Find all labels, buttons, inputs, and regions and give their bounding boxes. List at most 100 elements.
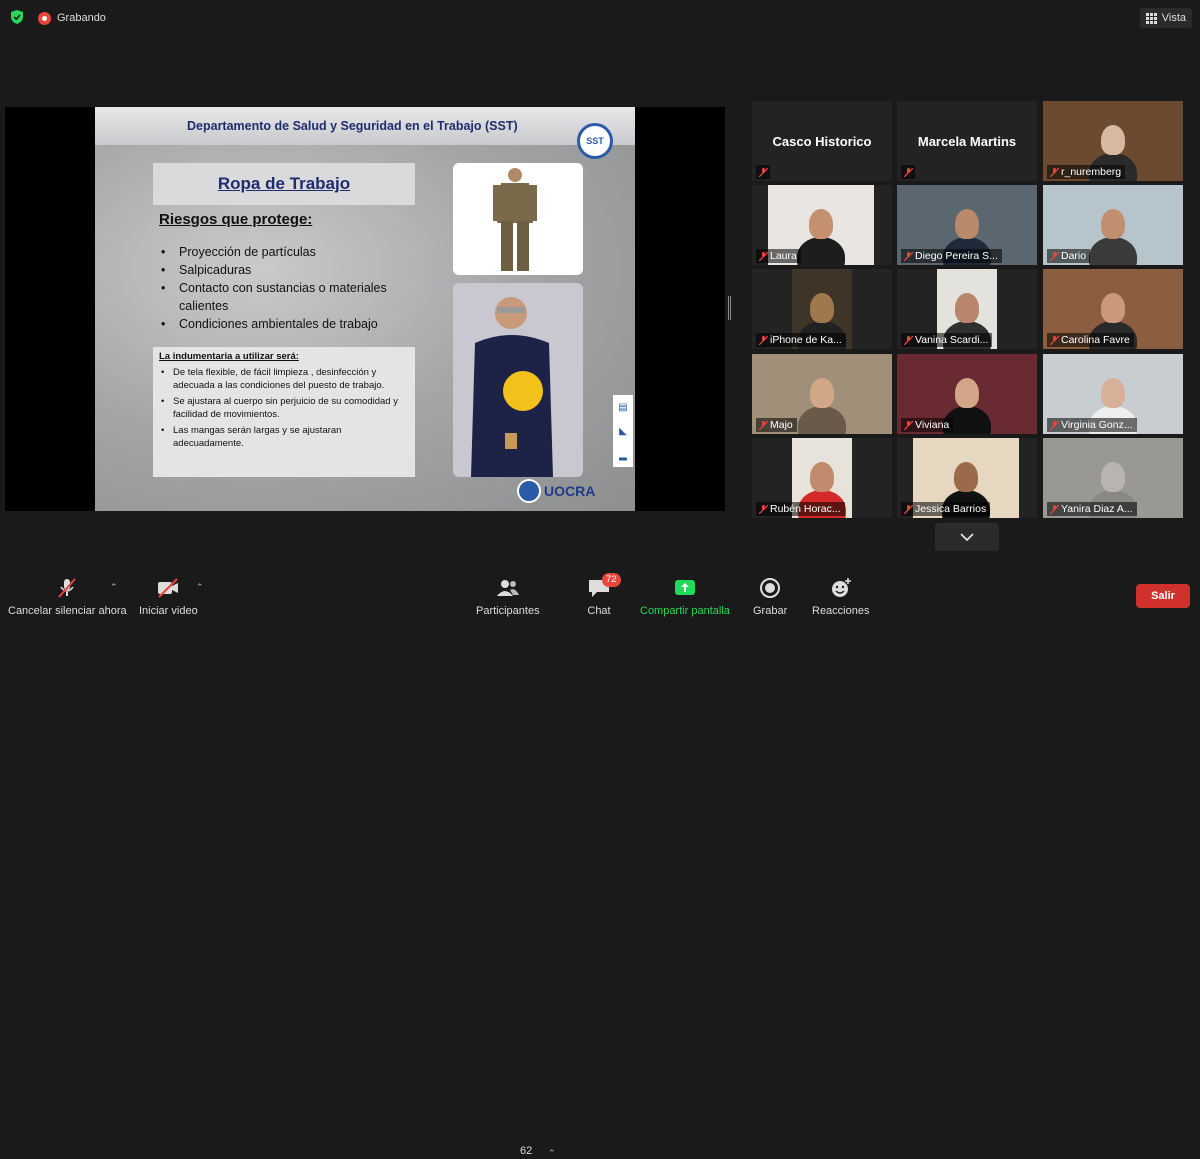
participant-name: Majo — [770, 419, 793, 431]
participant-tile[interactable]: Jessica Barrios — [897, 438, 1037, 518]
clothing-item: De tela flexible, de fácil limpieza , de… — [159, 366, 409, 392]
audio-options-caret[interactable]: ⌃ — [110, 582, 118, 593]
participant-tile[interactable]: Vanina Scardi... — [897, 269, 1037, 349]
participant-name-label: Jessica Barrios — [901, 502, 991, 516]
recording-indicator[interactable]: Grabando — [38, 10, 106, 26]
participant-head — [955, 378, 979, 408]
risks-heading: Riesgos que protege: — [159, 211, 313, 228]
participant-tile[interactable]: Casco Historico — [752, 101, 892, 181]
reactions-button[interactable]: Reacciones — [812, 576, 869, 617]
participant-tile[interactable]: Carolina Favre — [1043, 269, 1183, 349]
worker-khaki-figure — [493, 168, 537, 271]
participant-tile[interactable]: Viviana — [897, 354, 1037, 434]
participant-name-label: r_nuremberg — [1047, 165, 1126, 179]
leave-button[interactable]: Salir — [1136, 584, 1190, 608]
clothing-heading: La indumentaria a utilizar será: — [159, 351, 299, 362]
unmute-button[interactable]: Cancelar silenciar ahora — [8, 576, 127, 617]
share-screen-button[interactable]: Compartir pantalla — [640, 576, 730, 617]
notes-icon[interactable]: ▂ — [619, 450, 627, 461]
worker-blue-figure — [471, 297, 553, 477]
participant-name-label: iPhone de Ka... — [756, 333, 846, 347]
share-screen-label: Compartir pantalla — [640, 605, 730, 617]
participant-display-name: Marcela Martins — [917, 133, 1017, 149]
chat-label: Chat — [587, 605, 611, 617]
risk-item: Condiciones ambientales de trabajo — [159, 315, 429, 333]
clothing-item: Las mangas serán largas y se ajustaran a… — [159, 424, 409, 450]
muted-mic-icon — [759, 168, 768, 177]
participants-count: 62 — [520, 1145, 533, 1157]
encryption-shield-icon[interactable] — [10, 10, 24, 24]
split-view-handle[interactable] — [728, 296, 731, 320]
view-button[interactable]: Vista — [1139, 8, 1192, 28]
workwear-photo — [453, 163, 583, 275]
recording-label: Grabando — [57, 12, 106, 24]
gallery-next-page-button[interactable] — [935, 523, 999, 551]
participant-name-label: Carolina Favre — [1047, 333, 1134, 347]
participant-name-label: Virginia Gonz... — [1047, 418, 1137, 432]
slide-header: Departamento de Salud y Seguridad en el … — [95, 107, 635, 145]
participants-button[interactable]: Participantes — [476, 576, 540, 617]
participant-name-label — [756, 165, 770, 179]
participant-name: Yanira Diaz A... — [1061, 503, 1133, 515]
meeting-toolbar: Cancelar silenciar ahora ⌃ Iniciar video… — [0, 566, 1200, 1158]
grid-view-icon — [1145, 12, 1157, 24]
participant-body — [1089, 237, 1137, 265]
participants-label: Participantes — [476, 605, 540, 617]
slide-side-toolbar[interactable]: ▤ ◣ ▂ — [613, 395, 633, 467]
worker-helmet-photo — [453, 283, 583, 477]
participant-tile[interactable]: Virginia Gonz... — [1043, 354, 1183, 434]
participant-name-label: Diego Pereira S... — [901, 249, 1002, 263]
uocra-emblem-icon — [517, 479, 541, 503]
participant-name: Laura — [770, 250, 797, 262]
clothing-item: Se ajustara al cuerpo sin perjuicio de s… — [159, 395, 409, 421]
participant-head — [809, 209, 833, 239]
participant-tile[interactable]: iPhone de Ka... — [752, 269, 892, 349]
participant-name: r_nuremberg — [1061, 166, 1122, 178]
record-icon — [758, 576, 782, 600]
participant-name-label — [901, 165, 915, 179]
participant-tile[interactable]: r_nuremberg — [1043, 101, 1183, 181]
participant-name: Vanina Scardi... — [915, 334, 989, 346]
start-video-label: Iniciar video — [139, 605, 198, 617]
chevron-down-icon — [960, 533, 974, 541]
participant-tile[interactable]: Laura — [752, 185, 892, 265]
participants-options-caret[interactable]: ⌃ — [548, 1148, 556, 1159]
participant-tile[interactable]: Yanira Diaz A... — [1043, 438, 1183, 518]
participant-name-label: Yanira Diaz A... — [1047, 502, 1137, 516]
participant-tile[interactable]: Dario — [1043, 185, 1183, 265]
muted-mic-icon — [759, 336, 768, 345]
video-off-icon — [156, 576, 180, 600]
record-label: Grabar — [753, 605, 788, 617]
participant-head — [1101, 209, 1125, 239]
participant-body — [798, 406, 846, 434]
participant-tile[interactable]: Rubén Horac... — [752, 438, 892, 518]
muted-mic-icon — [759, 252, 768, 261]
risk-item: Contacto con sustancias o materiales cal… — [159, 279, 429, 315]
participant-body — [797, 237, 845, 265]
participant-name-label: Dario — [1047, 249, 1091, 263]
participant-tile[interactable]: Majo — [752, 354, 892, 434]
muted-mic-icon — [1050, 336, 1059, 345]
slide-header-title: Departamento de Salud y Seguridad en el … — [187, 119, 518, 133]
top-bar: Grabando Vista — [0, 0, 1200, 34]
participant-head — [1101, 125, 1125, 155]
shared-screen[interactable]: Departamento de Salud y Seguridad en el … — [5, 107, 725, 511]
participant-name: Virginia Gonz... — [1061, 419, 1133, 431]
participant-head — [1101, 378, 1125, 408]
pdf-icon[interactable]: ▤ — [618, 402, 627, 413]
muted-mic-icon — [759, 421, 768, 430]
section-title: Ropa de Trabajo — [217, 174, 351, 193]
muted-mic-icon — [904, 168, 913, 177]
muted-mic-icon — [55, 576, 79, 600]
participant-tile[interactable]: Diego Pereira S... — [897, 185, 1037, 265]
participant-name: Dario — [1061, 250, 1087, 262]
record-button[interactable]: Grabar — [753, 576, 787, 617]
participant-tile[interactable]: Marcela Martins — [897, 101, 1037, 181]
participant-name-label: Vanina Scardi... — [901, 333, 993, 347]
muted-mic-icon — [1050, 168, 1059, 177]
participant-name: Carolina Favre — [1061, 334, 1130, 346]
video-options-caret[interactable]: ⌃ — [196, 582, 204, 593]
start-video-button[interactable]: Iniciar video — [139, 576, 198, 617]
share-icon[interactable]: ◣ — [619, 426, 627, 437]
muted-mic-icon — [904, 505, 913, 514]
